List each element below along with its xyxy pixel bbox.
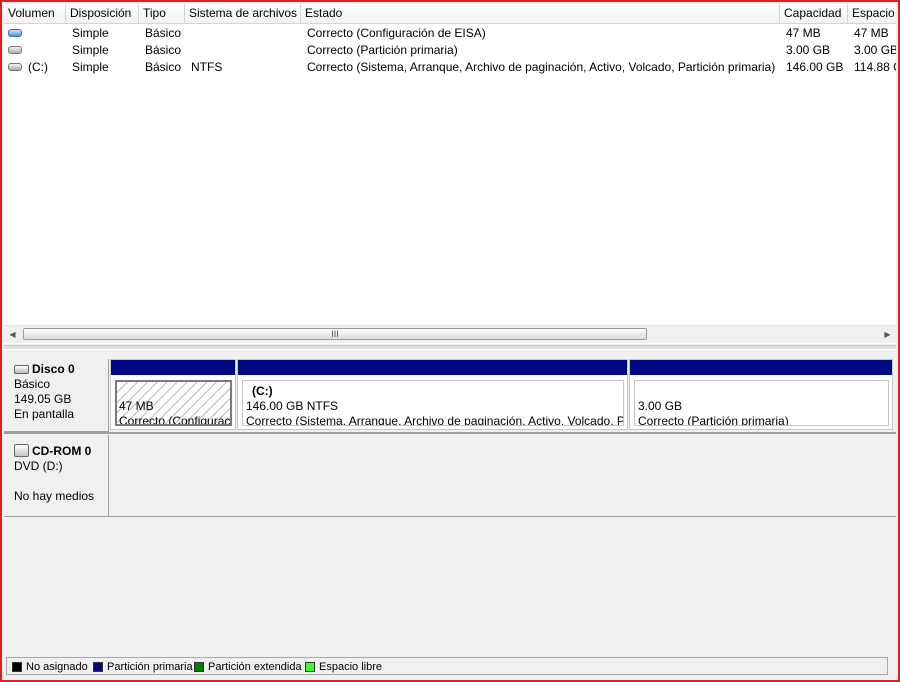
partition-band xyxy=(111,360,235,375)
partition-body: 3.00 GB Correcto (Partición primaria) xyxy=(634,380,889,426)
scroll-right-arrow-icon[interactable]: ▶ xyxy=(879,326,896,343)
volume-name: (C:) xyxy=(28,60,48,74)
partition-eisa[interactable]: 47 MB Correcto (Configuración de EISA) xyxy=(110,359,236,430)
disk-state: No hay medios xyxy=(14,489,95,503)
scroll-thumb[interactable]: III xyxy=(23,328,647,340)
table-row[interactable]: (C:) Simple Básico NTFS Correcto (Sistem… xyxy=(4,59,896,76)
column-header-status[interactable]: Estado xyxy=(301,4,780,23)
partition-size: 3.00 GB xyxy=(638,399,683,413)
type-cell: Básico xyxy=(145,26,182,40)
partition-status: Correcto (Sistema, Arranque, Archivo de … xyxy=(246,414,624,426)
blue-volume-icon xyxy=(8,29,22,37)
disk-state: En pantalla xyxy=(14,407,75,421)
scroll-left-arrow-icon[interactable]: ◀ xyxy=(4,326,21,343)
partition-status: Correcto (Partición primaria) xyxy=(638,414,789,426)
partition-primary[interactable]: 3.00 GB Correcto (Partición primaria) xyxy=(629,359,893,430)
legend-label: No asignado xyxy=(26,661,88,673)
partition-title xyxy=(119,384,228,399)
capacity-cell: 146.00 GB xyxy=(786,60,844,74)
cdrom-0-label[interactable]: CD-ROM 0 DVD (D:) No hay medios xyxy=(4,435,109,517)
disk-name: CD-ROM 0 xyxy=(32,444,92,458)
disk-name: Disco 0 xyxy=(32,362,75,376)
legend-item-primary-partition: Partición primaria xyxy=(93,660,193,674)
capacity-cell: 3.00 GB xyxy=(786,43,831,57)
column-header-layout[interactable]: Disposición xyxy=(66,4,139,23)
free-space-cell: 114.88 G xyxy=(854,60,896,74)
legend-label: Partición extendida xyxy=(208,661,302,673)
type-cell: Básico xyxy=(145,43,182,57)
table-row[interactable]: Simple Básico Correcto (Configuración de… xyxy=(4,25,896,42)
partition-body: (C:) 146.00 GB NTFS Correcto (Sistema, A… xyxy=(242,380,624,426)
column-header-filesystem[interactable]: Sistema de archivos xyxy=(185,4,301,23)
status-cell: Correcto (Sistema, Arranque, Archivo de … xyxy=(307,60,776,74)
layout-cell: Simple xyxy=(72,26,109,40)
partition-c[interactable]: (C:) 146.00 GB NTFS Correcto (Sistema, A… xyxy=(237,359,628,430)
legend-label: Espacio libre xyxy=(319,661,382,673)
partition-band xyxy=(630,360,892,375)
disk-type: DVD (D:) xyxy=(14,459,63,473)
pane-splitter[interactable] xyxy=(4,345,896,350)
free-space-cell: 3.00 GB xyxy=(854,43,896,57)
status-cell: Correcto (Partición primaria) xyxy=(307,43,458,57)
disk-0-label[interactable]: Disco 0 Básico 149.05 GB En pantalla xyxy=(4,359,109,432)
swatch-lime-icon xyxy=(305,662,315,672)
partition-title: (C:) xyxy=(252,384,273,398)
column-header-free-space[interactable]: Espacio xyxy=(848,4,896,23)
cdrom-icon xyxy=(14,444,29,457)
partition-body: 47 MB Correcto (Configuración de EISA) xyxy=(115,380,232,426)
cdrom-media-area[interactable] xyxy=(109,435,896,517)
table-row[interactable]: Simple Básico Correcto (Partición primar… xyxy=(4,42,896,59)
legend-item-extended-partition: Partición extendida xyxy=(194,660,302,674)
disk-size: 149.05 GB xyxy=(14,392,72,406)
disk-size xyxy=(14,474,108,489)
partition-size: 146.00 GB NTFS xyxy=(246,399,339,413)
volume-icon xyxy=(8,63,22,71)
column-header-capacity[interactable]: Capacidad xyxy=(780,4,848,23)
disk-type: Básico xyxy=(14,377,51,391)
partition-title xyxy=(638,384,885,399)
legend-item-unallocated: No asignado xyxy=(12,660,88,674)
legend-item-free-space: Espacio libre xyxy=(305,660,382,674)
column-header-type[interactable]: Tipo xyxy=(139,4,185,23)
partition-band xyxy=(238,360,627,375)
horizontal-scrollbar[interactable]: ◀ III ▶ xyxy=(4,325,896,343)
type-cell: Básico xyxy=(145,60,182,74)
legend-label: Partición primaria xyxy=(107,661,193,673)
legend-bar: No asignado Partición primaria Partición… xyxy=(6,657,888,675)
volume-list[interactable]: Volumen Disposición Tipo Sistema de arch… xyxy=(4,4,896,344)
partition-size: 47 MB xyxy=(119,399,154,413)
column-header-row: Volumen Disposición Tipo Sistema de arch… xyxy=(4,4,896,24)
free-space-cell: 47 MB xyxy=(854,26,889,40)
capacity-cell: 47 MB xyxy=(786,26,821,40)
partition-status: Correcto (Configuración de EISA) xyxy=(119,414,231,426)
disk-icon xyxy=(14,365,29,374)
swatch-green-icon xyxy=(194,662,204,672)
volume-icon xyxy=(8,46,22,54)
disk-separator xyxy=(4,432,896,434)
swatch-navy-icon xyxy=(93,662,103,672)
column-header-volume[interactable]: Volumen xyxy=(4,4,66,23)
swatch-black-icon xyxy=(12,662,22,672)
layout-cell: Simple xyxy=(72,43,109,57)
layout-cell: Simple xyxy=(72,60,109,74)
filesystem-cell: NTFS xyxy=(191,60,223,74)
status-cell: Correcto (Configuración de EISA) xyxy=(307,26,486,40)
